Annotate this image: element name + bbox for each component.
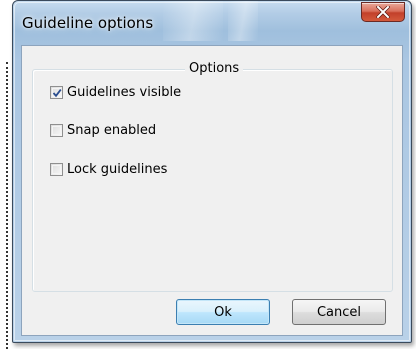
page: Guideline options Options Guidelines vis…: [0, 0, 416, 349]
options-group-title: Options: [185, 61, 244, 76]
lock-guidelines-label: Lock guidelines: [67, 161, 168, 177]
guidelines-visible-checkbox[interactable]: Guidelines visible: [50, 83, 181, 101]
window-title: Guideline options: [22, 14, 154, 32]
ok-button[interactable]: Ok: [176, 299, 270, 325]
options-groupbox: Options Guidelines visible Snap enabled: [32, 61, 393, 292]
checkbox-checked-box[interactable]: [50, 85, 63, 99]
close-icon: [376, 6, 390, 18]
dialog-window: Guideline options Options Guidelines vis…: [12, 0, 412, 343]
snap-enabled-label: Snap enabled: [67, 122, 157, 138]
checkbox-unchecked-box[interactable]: [50, 123, 63, 137]
close-button[interactable]: [361, 2, 405, 22]
checkbox-unchecked-box[interactable]: [50, 162, 63, 176]
checkmark-icon: [52, 88, 62, 97]
cancel-button[interactable]: Cancel: [292, 299, 386, 325]
dialog-client-area: Options Guidelines visible Snap enabled: [21, 45, 403, 336]
snap-enabled-checkbox[interactable]: Snap enabled: [50, 121, 156, 139]
title-bar[interactable]: Guideline options: [13, 1, 411, 45]
guidelines-visible-label: Guidelines visible: [67, 84, 182, 100]
background-dotted-line: [6, 62, 8, 349]
lock-guidelines-checkbox[interactable]: Lock guidelines: [50, 160, 167, 178]
